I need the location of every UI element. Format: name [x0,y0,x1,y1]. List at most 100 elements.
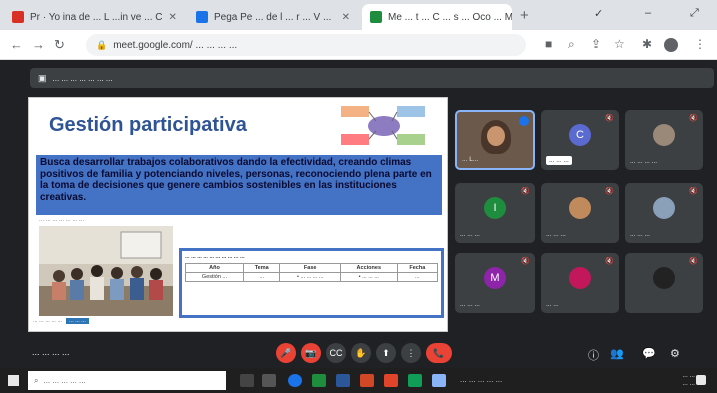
people-icon[interactable]: 👥 [610,347,624,360]
share-icon[interactable]: ⇪ [591,37,601,51]
back-icon[interactable]: ← [10,37,23,52]
taskbar-search-box[interactable]: ⌕ ... ... ... ... ... [28,371,226,390]
participant-avatar [569,197,591,219]
participant-tile[interactable]: I ... ... ... 🔇 [455,183,535,243]
data-table: Año Tema Fase Acciones Fecha Gestión ...… [185,263,439,282]
slide-title: Gestión participativa [49,114,247,136]
tab-search-icon[interactable]: ✓ [594,7,603,20]
file-explorer-icon[interactable] [262,374,276,387]
forward-icon[interactable]: → [32,37,45,52]
app-icon[interactable] [408,374,422,387]
close-tab-icon[interactable]: ✕ [168,12,176,23]
participant-tile[interactable]: ... ... ... ... 🔇 [625,110,703,170]
more-options-button[interactable]: ⋮ [401,343,421,363]
slide-body-text: Busca desarrollar trabajos colaborativos… [36,155,442,215]
clock-date: ... ... [682,380,695,387]
raise-hand-button[interactable]: ✋ [351,343,371,363]
browser-tab-2[interactable]: Pega Pe ... de l ... r ... V ... ✕ [188,4,358,30]
meet-favicon-icon [370,11,382,23]
present-button[interactable]: ⬆ [376,343,396,363]
maximize-icon[interactable]: ⤢ [690,7,699,20]
app-icon[interactable] [432,374,446,387]
participant-avatar [653,124,675,146]
activities-icon[interactable]: ⚙ [670,347,680,360]
meeting-details-icon[interactable]: ⓘ [588,347,599,363]
presenter-bar: ▣ ... ... ... ... ... ... ... [30,68,714,88]
table-cell: ... [242,272,281,282]
table-cell: • ... ... ... ... [279,272,341,282]
muted-icon: 🔇 [521,188,530,195]
table-header-cell: Acciones [339,263,398,273]
url-text: meet.google.com/ ... ... ... ... [113,39,238,51]
participant-tile[interactable]: M ... ... ... 🔇 [455,253,535,313]
extensions-icon[interactable]: ✱ [642,37,652,51]
muted-icon: 🔇 [605,188,614,195]
task-view-icon[interactable] [240,374,254,387]
lock-icon: 🔒 [96,39,108,50]
slide-photo [39,226,173,316]
participant-name: ... ... ... ... [630,158,658,165]
browser-tab-3[interactable]: Me ... t ... C ... s ... Oco ... M... ✕ [362,4,512,30]
windows-start-icon[interactable] [8,375,19,386]
participant-name: ... ... ... [630,231,650,238]
shared-slide: Gestión participativa Busca desarrollar … [28,97,448,332]
app-icon[interactable] [384,374,398,387]
meet-stage: ▣ ... ... ... ... ... ... ... Gestión pa… [0,60,717,368]
chat-icon[interactable]: 💬 [642,347,656,360]
bookmark-star-icon[interactable]: ☆ [614,37,625,51]
participant-name: ... ... ... [546,231,566,238]
participant-name: ... ... ... [460,301,480,308]
participant-tile[interactable]: 🔇 [625,253,703,313]
clock-time: ... ... [682,372,695,379]
leave-call-button[interactable]: 📞 [426,343,452,363]
participant-name: ... L... [462,156,479,163]
taskbar-search-placeholder: ... ... ... ... ... [43,376,86,385]
notifications-icon[interactable] [696,375,706,385]
muted-icon: 🔇 [689,258,698,265]
camera-toggle-button[interactable]: 📷 [301,343,321,363]
presenter-label: ... ... ... ... ... ... ... [52,73,113,83]
browser-tabbar: Pr · Yo ina de ... L ...in ve ... C ✕ Pe… [0,0,717,30]
minimize-icon[interactable]: – [645,7,651,19]
excel-icon[interactable] [312,374,326,387]
microphone-toggle-button[interactable]: 🎤 [276,343,296,363]
participant-tile[interactable]: ... ... 🔇 [541,253,619,313]
new-tab-button[interactable]: + [520,7,529,24]
participant-avatar [653,267,675,289]
participant-tile[interactable]: ... ... ... 🔇 [541,183,619,243]
system-tray[interactable]: ... ... ... ... ... [460,375,502,384]
participant-face [487,126,505,146]
reload-icon[interactable]: ↻ [54,37,65,53]
table-row: Gestión ... ... • ... ... ... ... • ... … [185,272,439,282]
participant-name: ... ... [546,301,559,308]
muted-icon: 🔇 [689,188,698,195]
profile-avatar[interactable] [664,38,678,52]
participant-name: ... ... ... [460,231,480,238]
chrome-icon[interactable] [288,374,302,387]
taskbar-clock[interactable]: ... ... ... ... [682,372,695,388]
table-cell: • ... ... ... [339,272,398,282]
address-bar[interactable]: 🔒 meet.google.com/ ... ... ... ... [86,34,526,56]
zoom-icon[interactable]: ⌕ [568,37,575,52]
table-cell: Gestión ... [185,272,244,282]
muted-icon: 🔇 [605,115,614,122]
meet-controls-bar: ... ... ... ... 🎤 📷 CC ✋ ⬆ ⋮ 📞 ⓘ 👥 💬 ⚙ [0,338,717,368]
browser-tab-1[interactable]: Pr · Yo ina de ... L ...in ve ... C ✕ [4,4,184,30]
table-header-row: Año Tema Fase Acciones Fecha [185,263,439,273]
participant-avatar [569,267,591,289]
camera-permission-icon[interactable]: ■ [545,37,552,51]
menu-kebab-icon[interactable]: ⋮ [694,37,706,51]
captions-button[interactable]: CC [326,343,346,363]
participant-tile[interactable]: ... ... ... 🔇 [625,183,703,243]
powerpoint-icon[interactable] [360,374,374,387]
word-icon[interactable] [336,374,350,387]
muted-icon: 🔇 [689,115,698,122]
search-icon: ⌕ [34,375,39,385]
participant-tile[interactable]: C ... ... ... 🔇 [541,110,619,170]
participant-avatar [653,197,675,219]
close-tab-icon[interactable]: ✕ [342,12,350,23]
participant-tile-speaking[interactable]: ... L... [455,110,535,170]
tab-title: Pega Pe ... de l ... r ... V ... [214,11,332,23]
photo-caption-text: ... ... ... ... ... [33,318,63,324]
muted-icon: 🔇 [605,258,614,265]
